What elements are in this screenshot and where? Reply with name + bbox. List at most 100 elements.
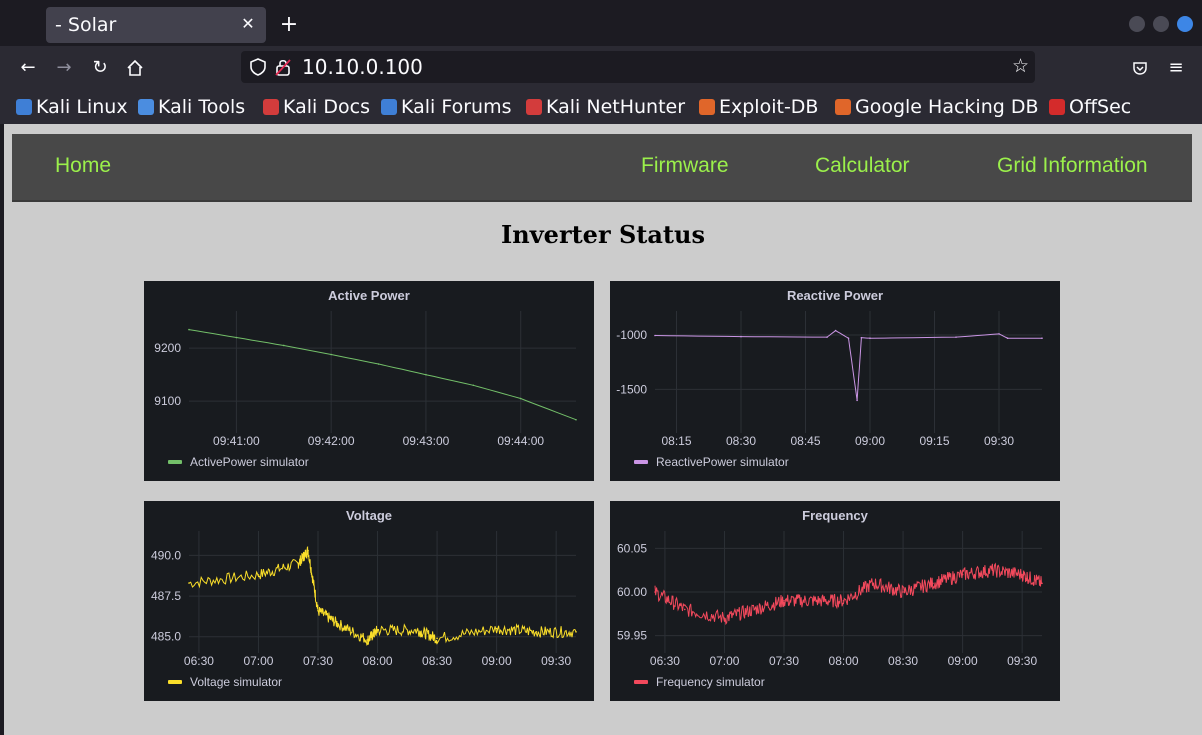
voltage-chart: 490.0 487.5 485.006:30 07:00 07:30 08:00 08:30… [151,531,577,668]
kali-forums-icon [381,99,397,115]
navigation-toolbar: ← → ↻ 10.10.0.100 ☆ ≡ [0,46,1202,90]
url-bar[interactable]: 10.10.0.100 ☆ [241,51,1035,83]
x-tick-label: 09:30 [541,654,571,668]
y-tick-label: 60.00 [617,585,647,599]
data-point [723,617,726,619]
x-tick-label: 07:00 [243,654,273,668]
y-tick-label: -1500 [616,382,647,396]
reactive-power-panel: Reactive Power -1000 -1500 08:15 08:30 08:45… [610,281,1060,481]
bookmark-label: Exploit-DB [719,96,819,118]
chart-legend[interactable]: Voltage simulator [168,675,282,689]
bookmark-exploit-db[interactable]: Exploit-DB [699,94,818,120]
data-point [872,582,875,585]
x-tick-label: 06:30 [650,654,680,668]
chart-legend[interactable]: ReactivePower simulator [634,455,789,469]
menu-icon[interactable]: ≡ [1163,55,1189,81]
chart-legend[interactable]: ActivePower simulator [168,455,309,469]
close-tab-icon[interactable]: ✕ [238,14,258,34]
data-point [847,337,850,340]
nav-home-link[interactable]: Home [55,154,111,178]
data-point [472,384,475,387]
bookmark-label: Kali Docs [283,96,370,118]
bookmark-offsec[interactable]: OffSec [1049,94,1131,120]
data-point [282,344,285,347]
y-tick-label: 60.05 [617,541,647,555]
url-text[interactable]: 10.10.0.100 [302,55,423,79]
insecure-lock-icon[interactable] [275,57,291,77]
forward-arrow-icon[interactable]: → [51,55,77,81]
x-tick-label: 09:41:00 [213,434,260,448]
browser-tab[interactable]: - Solar ✕ [46,7,266,43]
x-tick-label: 08:30 [888,654,918,668]
data-point [376,629,379,632]
bookmark-star-icon[interactable]: ☆ [1012,55,1029,77]
bookmark-kali-linux[interactable]: Kali Linux [16,94,128,120]
data-point [860,336,863,339]
legend-swatch [168,680,182,684]
close-window-icon[interactable] [1177,16,1193,32]
data-point [436,637,438,640]
kali-tools-icon [138,99,154,115]
pocket-icon[interactable] [1127,55,1153,81]
legend-label: ActivePower simulator [190,455,309,469]
data-point [188,582,190,584]
tracking-shield-icon[interactable] [249,57,267,77]
nav-firmware-link[interactable]: Firmware [641,154,729,178]
y-tick-label: 487.5 [151,589,181,603]
kali-docs-icon [263,99,279,115]
x-tick-label: 09:30 [984,434,1014,448]
x-tick-label: 09:00 [855,434,885,448]
x-tick-label: 08:30 [422,654,452,668]
bookmark-kali-forums[interactable]: Kali Forums [381,94,512,120]
bookmark-google-hacking-db[interactable]: Google Hacking DB [835,94,1039,120]
x-tick-label: 06:30 [184,654,214,668]
data-point [683,608,686,611]
legend-label: ReactivePower simulator [656,455,789,469]
data-point [1021,573,1023,576]
chart-legend[interactable]: Frequency simulator [634,675,765,689]
x-tick-label: 09:42:00 [308,434,355,448]
bookmark-label: Kali NetHunter [546,96,686,118]
reload-icon[interactable]: ↻ [87,55,113,81]
page-viewport: Home Firmware Calculator Grid Informatio… [4,124,1202,735]
bookmark-kali-tools[interactable]: Kali Tools [138,94,245,120]
home-icon[interactable] [122,55,148,81]
back-arrow-icon[interactable]: ← [15,55,41,81]
legend-swatch [168,460,182,464]
data-point [188,328,190,331]
data-point [575,418,577,421]
minimize-window-icon[interactable] [1129,16,1145,32]
data-point [654,334,656,337]
x-tick-label: 08:00 [363,654,393,668]
data-point [812,599,815,602]
data-point [535,631,538,633]
bookmark-kali-nethunter[interactable]: Kali NetHunter [526,94,685,120]
legend-label: Frequency simulator [656,675,765,689]
bookmark-label: Google Hacking DB [855,96,1039,118]
maximize-window-icon[interactable] [1153,16,1169,32]
data-point [575,631,577,633]
nav-grid-information-link[interactable]: Grid Information [997,154,1148,178]
data-point [1041,337,1043,340]
y-tick-label: 9100 [154,394,181,408]
data-point [740,335,742,338]
data-point [416,629,419,632]
nav-calculator-link[interactable]: Calculator [815,154,910,178]
bookmark-label: Kali Linux [36,96,128,118]
data-point [235,336,238,339]
data-point [495,627,498,630]
voltage-panel: Voltage 490.0 487.5 485.0 06:30 07:00 07:30 08… [144,501,594,701]
bookmark-kali-docs[interactable]: Kali Docs [263,94,370,120]
data-point [834,329,837,332]
data-point [297,562,299,565]
browser-chrome: - Solar ✕ + ← → ↻ 10.10.0.100 ☆ ≡ Kali L… [0,0,1202,124]
new-tab-icon[interactable]: + [276,12,302,38]
page-title: Inverter Status [501,220,705,249]
data-point [654,591,656,593]
x-tick-label: 08:00 [829,654,859,668]
data-point [869,337,871,340]
y-tick-label: -1000 [616,328,647,342]
data-point [826,336,828,338]
google-hacking-db-icon [835,99,851,115]
legend-swatch [634,460,648,464]
